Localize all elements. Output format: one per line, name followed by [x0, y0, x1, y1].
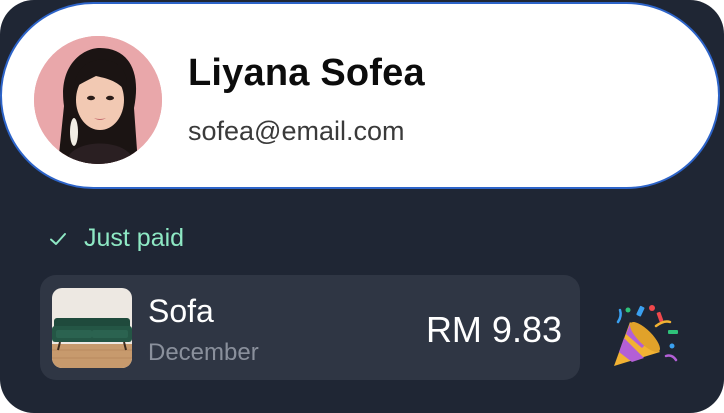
check-icon — [50, 232, 66, 245]
profile-name: Liyana Sofea — [188, 52, 425, 94]
payment-status: Just paid — [48, 224, 184, 253]
transaction-amount: RM 9.83 — [425, 309, 562, 350]
transaction-row[interactable]: Sofa December RM 9.83 — [40, 275, 580, 380]
party-popper-icon — [608, 302, 680, 370]
payment-card: Liyana Sofea sofea@email.com Just paid S… — [0, 0, 724, 413]
sofa-thumbnail — [52, 288, 132, 368]
user-avatar-photo — [34, 36, 162, 164]
item-period: December — [148, 339, 259, 366]
profile-email: sofea@email.com — [188, 116, 405, 146]
sofa-thumbnail-image — [52, 288, 132, 368]
profile-pill[interactable]: Liyana Sofea sofea@email.com — [0, 2, 720, 189]
status-label: Just paid — [84, 224, 185, 252]
avatar — [34, 36, 162, 164]
item-name: Sofa — [148, 293, 214, 329]
